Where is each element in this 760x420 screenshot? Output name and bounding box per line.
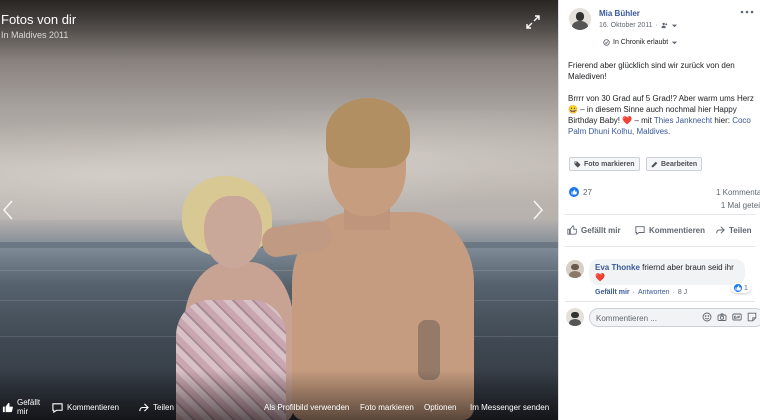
speech-bubble-icon <box>52 402 63 413</box>
chevron-right-icon[interactable] <box>530 198 546 222</box>
meta-separator: · <box>655 22 658 29</box>
commenter-name[interactable]: Eva Thonke <box>595 263 640 272</box>
reaction-count: 27 <box>583 187 592 197</box>
more-options-icon[interactable] <box>739 8 755 16</box>
comment-button[interactable]: Kommentieren <box>635 220 705 240</box>
emoji-icon[interactable] <box>702 312 712 322</box>
comment-input[interactable] <box>596 312 696 324</box>
comment-like-link[interactable]: Gefällt mir <box>595 289 630 296</box>
comment-text: friernd aber braun seid ihr <box>642 263 734 272</box>
comment-label: Kommentieren <box>649 225 706 235</box>
tag-icon <box>574 160 581 168</box>
post-action-bar: Gefällt mir Kommentieren Teilen <box>565 220 755 240</box>
heart-emoji-icon: ❤️ <box>622 116 633 125</box>
edit-label: Bearbeiten <box>661 160 698 168</box>
post-text: Frierend aber glücklich sind wir zurück … <box>568 60 756 148</box>
separator: · <box>672 289 675 296</box>
comment-age[interactable]: 8 J <box>678 289 687 296</box>
like-label: Gefällt mir <box>581 225 621 235</box>
pencil-icon <box>651 161 658 167</box>
share-arrow-icon <box>716 226 725 234</box>
photo-like-button[interactable]: Gefällt mir <box>2 394 47 420</box>
heart-emoji-icon: ❤️ <box>595 273 605 282</box>
share-button[interactable]: Teilen <box>715 220 752 240</box>
comment-reply-link[interactable]: Antworten <box>638 289 670 296</box>
like-reaction-icon <box>734 284 742 292</box>
photo-sky <box>0 110 558 220</box>
speech-bubble-icon <box>635 226 645 235</box>
post-panel: Mia Bühler 16. Oktober 2011 · In Chronik… <box>558 0 760 420</box>
reaction-summary[interactable]: 27 <box>569 187 592 197</box>
post-date[interactable]: 16. Oktober 2011 <box>599 22 653 29</box>
post-text-line-1: Frierend aber glücklich sind wir zurück … <box>568 61 735 81</box>
share-count[interactable]: 1 Mal geteilt <box>721 201 760 210</box>
caret-down-icon[interactable] <box>671 22 678 29</box>
gif-icon[interactable] <box>732 312 742 322</box>
separator: · <box>632 289 635 296</box>
thumbs-up-icon <box>567 225 577 235</box>
like-reaction-icon <box>569 187 579 197</box>
comment-like-count: 1 <box>744 284 748 292</box>
author-name[interactable]: Mia Bühler <box>599 9 640 18</box>
divider <box>565 246 755 247</box>
camera-icon[interactable] <box>717 312 727 322</box>
send-in-messenger-link[interactable]: Im Messenger senden <box>470 403 549 412</box>
comment-count[interactable]: 1 Kommentar <box>716 188 760 197</box>
thumbs-up-icon <box>2 402 13 412</box>
like-button[interactable]: Gefällt mir <box>567 220 621 240</box>
commenter-avatar[interactable] <box>566 260 584 278</box>
timeline-status-label: In Chronik erlaubt <box>613 39 669 46</box>
grin-emoji-icon: 😀 <box>568 105 578 114</box>
tag-photo-link[interactable]: Foto markieren <box>360 403 414 412</box>
post-text-part: – mit <box>634 116 652 125</box>
post-text-part: Brrrr von 30 Grad auf 5 Grad!? Aber warm… <box>568 94 754 103</box>
options-link[interactable]: Optionen <box>424 403 456 412</box>
post-text-paragraph-2: Brrrr von 30 Grad auf 5 Grad!? Aber warm… <box>568 93 756 137</box>
post-text-part: – in diesem Sinne auch nochmal hier Happ… <box>568 105 737 125</box>
current-user-avatar <box>566 308 584 326</box>
album-subtitle[interactable]: In Maldives 2011 <box>1 30 68 40</box>
make-profile-picture-link[interactable]: Als Profilbild verwenden <box>264 403 349 412</box>
album-title[interactable]: Fotos von dir <box>1 12 76 27</box>
photo-man-hair <box>326 98 410 168</box>
share-label: Teilen <box>729 225 752 235</box>
comment-composer <box>589 308 760 327</box>
divider <box>565 214 755 215</box>
edit-button[interactable]: Bearbeiten <box>646 157 703 171</box>
post-text-part: . <box>668 127 671 136</box>
caret-down-icon <box>672 41 678 45</box>
photo-top-shade <box>0 0 558 60</box>
sticker-icon[interactable] <box>747 312 757 322</box>
tagged-person-link[interactable]: Thies Janknecht <box>654 116 712 125</box>
share-arrow-icon <box>139 402 149 412</box>
photo-like-label: Gefällt mir <box>17 398 41 416</box>
comment-actions: Gefällt mir · Antworten · 8 J <box>595 289 687 296</box>
chevron-left-icon[interactable] <box>0 198 16 222</box>
author-avatar[interactable] <box>569 8 591 30</box>
tag-photo-label: Foto markieren <box>584 160 635 168</box>
check-circle-icon <box>603 39 610 46</box>
timeline-status[interactable]: In Chronik erlaubt <box>603 39 678 46</box>
divider <box>565 301 755 302</box>
post-text-part: hier: <box>714 116 730 125</box>
photo-woman-face <box>204 196 262 268</box>
photo-sea <box>0 270 558 271</box>
expand-icon[interactable] <box>525 14 541 30</box>
comment-bubble: Eva Thonke friernd aber braun seid ihr ❤… <box>589 259 745 285</box>
tag-photo-button[interactable]: Foto markieren <box>569 157 640 171</box>
friends-audience-icon[interactable] <box>661 22 668 29</box>
photo-share-label: Teilen <box>153 402 174 412</box>
photo-comment-label: Kommentieren <box>67 402 120 412</box>
comment-reaction-count[interactable]: 1 <box>731 283 751 293</box>
photo-comment-button[interactable]: Kommentieren <box>52 394 119 420</box>
photo-share-button[interactable]: Teilen <box>138 394 174 420</box>
photo-toolbar: Gefällt mir Kommentieren Teilen Als Prof… <box>0 394 558 420</box>
composer-icons <box>702 312 757 322</box>
post-meta: 16. Oktober 2011 · <box>599 22 678 29</box>
photo-viewer[interactable]: Fotos von dir In Maldives 2011 Gefällt m… <box>0 0 558 420</box>
